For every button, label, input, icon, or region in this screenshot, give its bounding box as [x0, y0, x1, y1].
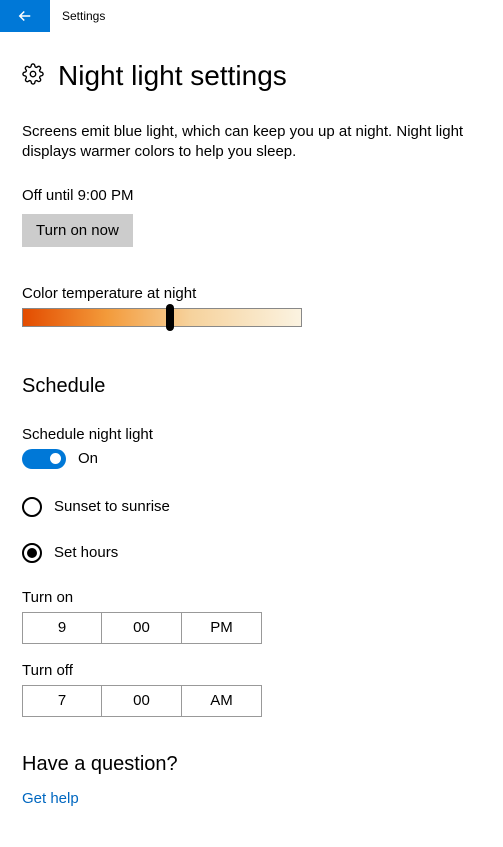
radio-sunset[interactable]	[22, 497, 42, 517]
schedule-toggle-row: On	[22, 449, 481, 469]
turn-on-time-picker: 9 00 PM	[22, 612, 481, 644]
window-title: Settings	[50, 9, 105, 23]
get-help-link[interactable]: Get help	[22, 790, 79, 807]
turn-on-period[interactable]: PM	[182, 612, 262, 644]
turn-off-minute[interactable]: 00	[102, 685, 182, 717]
page-title: Night light settings	[58, 60, 287, 92]
toggle-knob	[50, 453, 61, 464]
turn-off-label: Turn off	[22, 662, 481, 679]
radio-set-hours[interactable]	[22, 543, 42, 563]
radio-set-hours-label: Set hours	[54, 544, 118, 561]
turn-on-now-button[interactable]: Turn on now	[22, 214, 133, 247]
turn-off-period[interactable]: AM	[182, 685, 262, 717]
status-text: Off until 9:00 PM	[22, 187, 481, 204]
turn-on-minute[interactable]: 00	[102, 612, 182, 644]
page-header: Night light settings	[22, 60, 481, 92]
schedule-heading: Schedule	[22, 375, 481, 398]
toggle-state-label: On	[78, 450, 98, 467]
turn-off-hour[interactable]: 7	[22, 685, 102, 717]
turn-on-label: Turn on	[22, 589, 481, 606]
arrow-left-icon	[16, 7, 34, 25]
content: Night light settings Screens emit blue l…	[0, 32, 503, 826]
radio-sunset-row: Sunset to sunrise	[22, 497, 481, 517]
back-button[interactable]	[0, 0, 50, 32]
gear-icon	[22, 63, 44, 90]
turn-off-time-picker: 7 00 AM	[22, 685, 481, 717]
radio-sunset-label: Sunset to sunrise	[54, 498, 170, 515]
color-temperature-slider[interactable]	[22, 308, 302, 327]
description-text: Screens emit blue light, which can keep …	[22, 122, 481, 163]
radio-set-hours-row: Set hours	[22, 543, 481, 563]
color-temperature-label: Color temperature at night	[22, 285, 481, 302]
slider-thumb[interactable]	[166, 304, 174, 331]
titlebar: Settings	[0, 0, 503, 32]
turn-on-hour[interactable]: 9	[22, 612, 102, 644]
schedule-toggle[interactable]	[22, 449, 66, 469]
help-heading: Have a question?	[22, 753, 481, 776]
schedule-toggle-label: Schedule night light	[22, 426, 481, 443]
